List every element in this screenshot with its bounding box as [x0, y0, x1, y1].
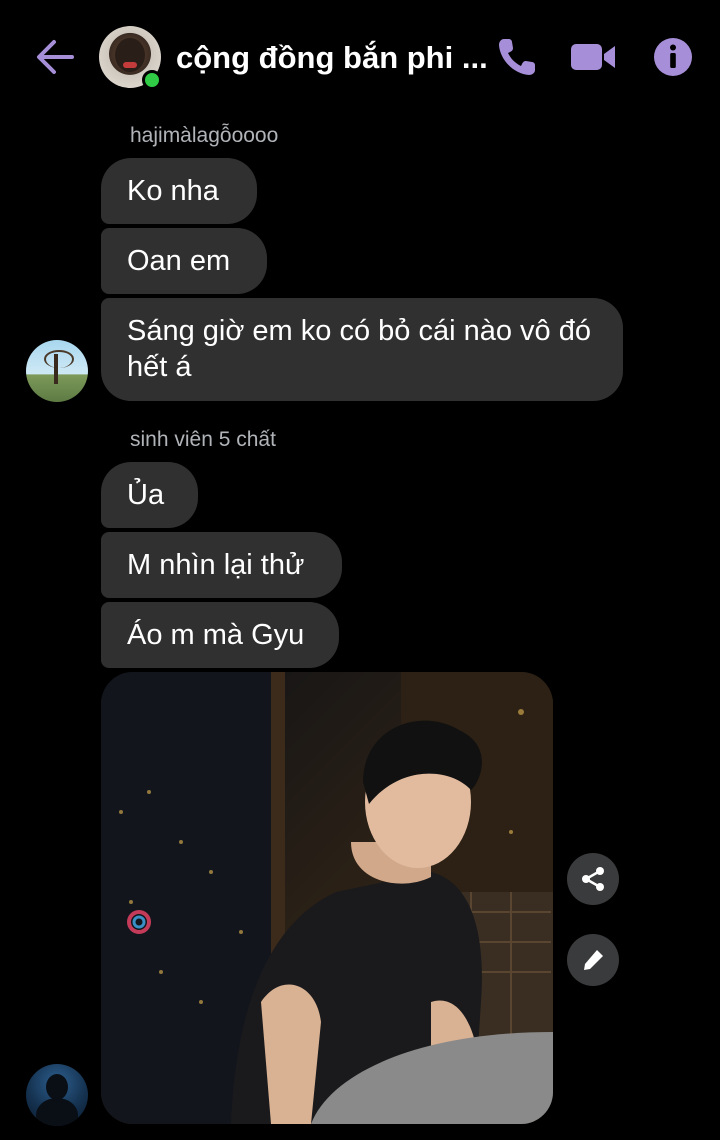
share-button[interactable]: [567, 853, 619, 905]
message-bubble[interactable]: Sáng giờ em ko có bỏ cái nào vô đó hết á: [101, 298, 623, 401]
user-avatar[interactable]: [26, 340, 88, 402]
share-icon: [582, 867, 604, 891]
avatar-tree-trunk: [54, 354, 58, 384]
info-icon[interactable]: [652, 34, 694, 80]
photo-content: [101, 672, 553, 1124]
message-bubble[interactable]: Ủa: [101, 462, 198, 528]
sender-name: sinh viên 5 chất: [130, 428, 276, 451]
edit-button[interactable]: [567, 934, 619, 986]
message-bubble[interactable]: Ko nha: [101, 158, 257, 224]
video-call-icon[interactable]: [568, 34, 618, 80]
avatar-tree-crown: [44, 350, 74, 368]
message-bubble[interactable]: Oan em: [101, 228, 267, 294]
message-bubble[interactable]: M nhìn lại thử: [101, 532, 342, 598]
phone-call-icon[interactable]: [494, 34, 540, 80]
avatar-silhouette-head: [46, 1074, 68, 1100]
message-bubble[interactable]: Áo m mà Gyu: [101, 602, 339, 668]
online-status-dot: [142, 70, 162, 90]
avatar-mouth: [123, 62, 137, 68]
sender-name: hajimàlagỗoooo: [130, 124, 279, 147]
chat-header: cộng đồng bắn phi ...: [0, 0, 720, 115]
back-arrow-icon[interactable]: [34, 36, 76, 78]
photo-message[interactable]: [101, 672, 553, 1124]
edit-icon: [584, 950, 603, 970]
user-avatar[interactable]: [26, 1064, 88, 1126]
conversation-title[interactable]: cộng đồng bắn phi ...: [176, 40, 488, 76]
avatar-silhouette-body: [36, 1098, 78, 1126]
